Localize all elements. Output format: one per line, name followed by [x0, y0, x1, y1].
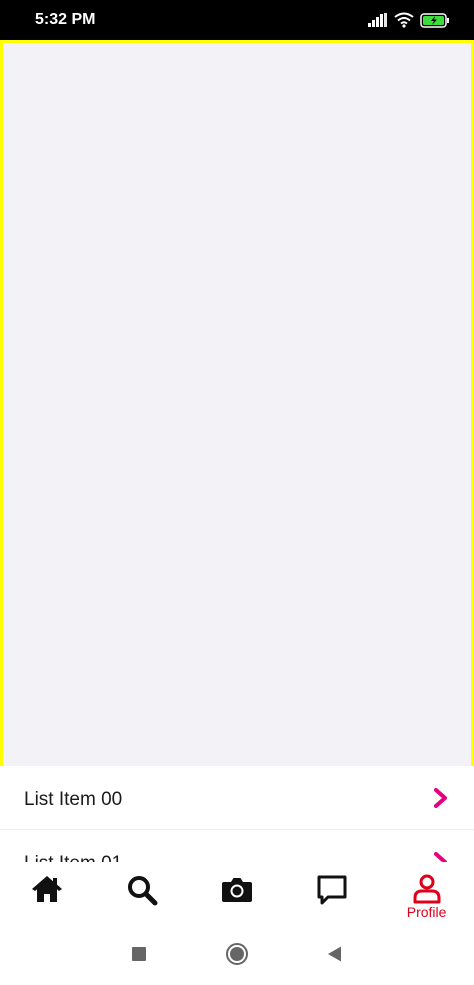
tab-search[interactable]: [95, 862, 189, 928]
list-item-label: List Item 00: [24, 789, 123, 810]
back-triangle-icon: [325, 945, 343, 968]
chevron-right-icon: [432, 852, 450, 862]
signal-icon: [368, 13, 388, 27]
back-button[interactable]: [322, 944, 346, 968]
chat-icon: [316, 874, 348, 906]
recents-button[interactable]: [127, 944, 151, 968]
list-item-label: List Item 01: [24, 852, 122, 862]
circle-icon: [225, 942, 249, 971]
home-button[interactable]: [225, 942, 249, 971]
tab-messages[interactable]: [285, 862, 379, 928]
wifi-icon: [394, 12, 414, 28]
bottom-tab-bar: Profile: [0, 862, 474, 928]
tab-camera[interactable]: [190, 862, 284, 928]
battery-icon: [420, 12, 450, 28]
content-area: [0, 40, 474, 766]
tab-profile[interactable]: Profile: [380, 862, 474, 928]
home-icon: [31, 874, 63, 904]
chevron-right-icon: [432, 788, 450, 808]
status-bar: 5:32 PM: [0, 0, 474, 40]
list-item[interactable]: List Item 01: [0, 830, 474, 862]
camera-icon: [221, 874, 253, 904]
app-screen: 5:32 PM List Item 00 Profile: [0, 0, 474, 985]
list-item[interactable]: List Item 00: [0, 766, 474, 830]
system-nav-bar: [0, 928, 474, 985]
status-time: 5:32 PM: [35, 11, 96, 28]
square-icon: [131, 946, 147, 967]
item-list: List Item 00 List Item 01: [0, 766, 474, 862]
profile-icon: [412, 874, 442, 904]
tab-profile-label: Profile: [406, 904, 447, 920]
tab-home[interactable]: [0, 862, 94, 928]
search-icon: [126, 874, 158, 906]
status-icons: [368, 11, 450, 29]
